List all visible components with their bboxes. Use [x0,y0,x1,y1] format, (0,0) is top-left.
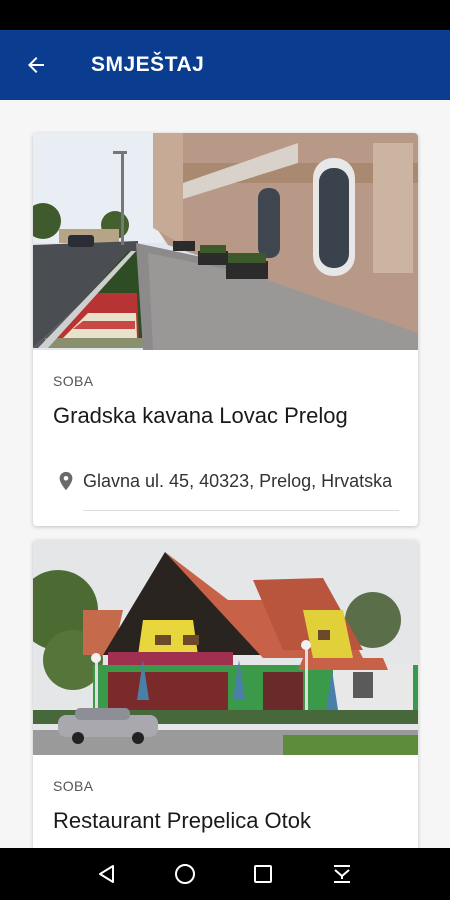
listing-card[interactable]: SOBA Restaurant Prepelica Otok [33,540,418,848]
listing-title: Gradska kavana Lovac Prelog [53,403,348,428]
app-bar: SMJEŠTAJ [0,30,450,100]
home-circle-icon [175,864,195,884]
notification-pulldown-icon [334,865,350,883]
nav-home-button[interactable] [165,856,205,892]
system-nav-bar [0,848,450,900]
listing-address[interactable]: Glavna ul. 45, 40323, Prelog, Hrvatska [55,467,400,495]
arrow-back-icon [28,57,44,73]
location-pin-icon [59,471,73,491]
back-button[interactable] [14,43,58,87]
divider [83,510,399,511]
back-triangle-icon [99,865,114,883]
listing-scroll-area[interactable]: SOBA Gradska kavana Lovac Prelog Glavna … [0,100,450,848]
listing-photo [33,133,418,350]
recents-square-icon [254,865,272,883]
listing-category: SOBA [53,778,94,794]
page-title: SMJEŠTAJ [91,53,205,76]
nav-notifications-button[interactable] [322,856,362,892]
nav-back-button[interactable] [87,856,127,892]
listing-photo [33,540,418,755]
address-text: Glavna ul. 45, 40323, Prelog, Hrvatska [83,470,393,491]
listing-card[interactable]: SOBA Gradska kavana Lovac Prelog Glavna … [33,133,418,526]
listing-category: SOBA [53,373,94,389]
nav-recents-button[interactable] [243,856,283,892]
status-bar [0,0,450,30]
listing-title: Restaurant Prepelica Otok [53,808,312,833]
